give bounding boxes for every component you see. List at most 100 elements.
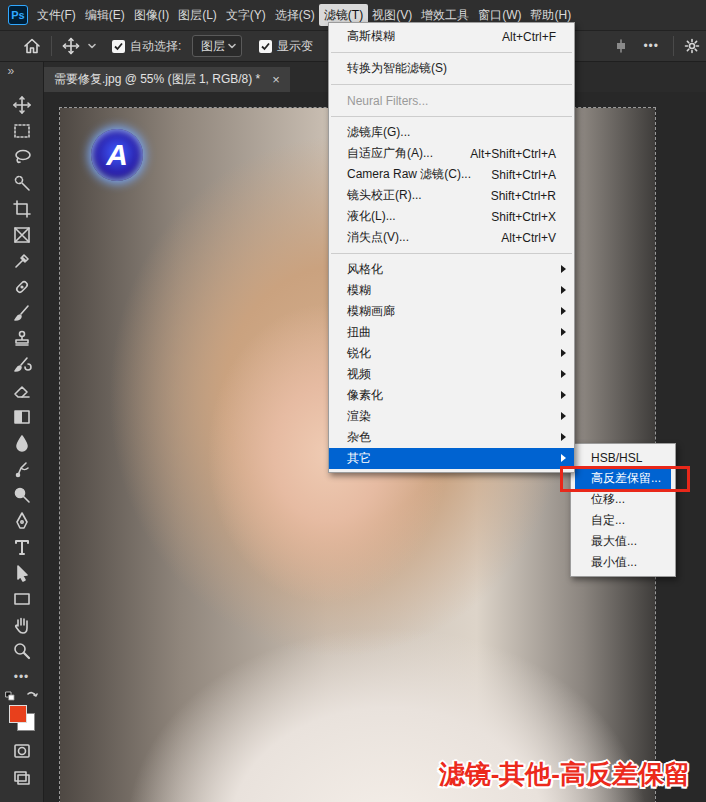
menu-bar-item[interactable]: 图像(I) bbox=[129, 4, 173, 26]
tool-button[interactable] bbox=[0, 300, 44, 326]
brush-icon bbox=[12, 303, 32, 323]
menu-bar-item[interactable]: 图层(L) bbox=[174, 4, 222, 26]
tab-close-button[interactable]: × bbox=[272, 72, 280, 87]
tool-button[interactable] bbox=[0, 456, 44, 482]
menu-item[interactable]: 消失点(V)...Alt+Ctrl+V bbox=[329, 227, 574, 248]
tool-button[interactable] bbox=[0, 222, 44, 248]
caret-down-icon[interactable] bbox=[87, 41, 97, 51]
tool-button[interactable] bbox=[0, 196, 44, 222]
menu-item[interactable]: 视频 bbox=[329, 364, 574, 385]
menu-item-label: 消失点(V)... bbox=[347, 229, 409, 246]
menu-item[interactable]: 转换为智能滤镜(S) bbox=[329, 58, 574, 79]
more-tools-button[interactable]: ••• bbox=[0, 664, 44, 690]
layer-dropdown[interactable]: 图层 bbox=[192, 35, 242, 57]
move-tool-icon[interactable] bbox=[62, 37, 80, 55]
submenu-item[interactable]: 最小值... bbox=[575, 552, 671, 573]
tool-button[interactable] bbox=[0, 508, 44, 534]
default-colors-svg-icon bbox=[5, 691, 15, 701]
tool-button[interactable] bbox=[0, 534, 44, 560]
auto-select-label: 自动选择: bbox=[130, 38, 181, 55]
more-options-button[interactable]: ••• bbox=[643, 39, 659, 53]
quick-select-icon bbox=[12, 173, 32, 193]
menu-item[interactable]: 杂色 bbox=[329, 427, 574, 448]
menu-item[interactable]: 模糊画廊 bbox=[329, 301, 574, 322]
tool-button[interactable] bbox=[0, 118, 44, 144]
tool-button[interactable] bbox=[0, 352, 44, 378]
foreground-color-swatch[interactable] bbox=[9, 705, 27, 723]
tool-button[interactable] bbox=[0, 430, 44, 456]
brush-svg-icon bbox=[12, 303, 32, 323]
tool-button[interactable] bbox=[0, 560, 44, 586]
submenu-item[interactable]: 最大值... bbox=[575, 531, 671, 552]
submenu-item[interactable]: 位移... bbox=[575, 489, 671, 510]
submenu-item-label: 自定... bbox=[591, 512, 625, 529]
tool-button[interactable] bbox=[0, 612, 44, 638]
home-icon[interactable] bbox=[23, 37, 41, 55]
submenu-item[interactable]: 自定... bbox=[575, 510, 671, 531]
document-tab[interactable]: 需要修复.jpg @ 55% (图层 1, RGB/8) *× bbox=[44, 67, 290, 92]
lasso-svg-icon bbox=[12, 147, 32, 167]
color-swatches bbox=[0, 690, 44, 738]
submenu-item[interactable]: 高反差保留... bbox=[575, 468, 671, 489]
submenu-arrow-icon bbox=[561, 370, 566, 378]
tool-button[interactable] bbox=[0, 248, 44, 274]
menu-bar-item[interactable]: 选择(S) bbox=[270, 4, 319, 26]
menu-item-label: Neural Filters... bbox=[347, 94, 428, 108]
menu-item[interactable]: 自适应广角(A)... Alt+Shift+Ctrl+A bbox=[329, 143, 574, 164]
menu-item-shortcut: Alt+Shift+Ctrl+A bbox=[470, 147, 556, 161]
menu-item[interactable]: 锐化 bbox=[329, 343, 574, 364]
tool-button[interactable] bbox=[0, 274, 44, 300]
layer-dropdown-value: 图层 bbox=[201, 38, 225, 55]
tool-button[interactable] bbox=[0, 638, 44, 664]
submenu-arrow-icon bbox=[561, 328, 566, 336]
app-logo[interactable]: Ps bbox=[8, 5, 28, 25]
menu-item[interactable]: 其它 bbox=[329, 448, 574, 469]
tool-button[interactable] bbox=[0, 404, 44, 430]
menu-separator bbox=[329, 47, 574, 58]
menu-item-label: 滤镜库(G)... bbox=[347, 124, 410, 141]
screen-mode-svg-icon bbox=[13, 768, 31, 786]
tool-button[interactable] bbox=[0, 170, 44, 196]
menu-bar-item[interactable]: 编辑(E) bbox=[80, 4, 129, 26]
tool-button[interactable] bbox=[0, 482, 44, 508]
menu-bar-item[interactable]: 文件(F) bbox=[32, 4, 80, 26]
menu-item-label: 自适应广角(A)... bbox=[347, 145, 433, 162]
history-brush-svg-icon bbox=[12, 355, 32, 375]
menu-item[interactable]: 模糊 bbox=[329, 280, 574, 301]
show-transform-checkbox[interactable] bbox=[259, 40, 272, 53]
menu-item[interactable]: 滤镜库(G)... bbox=[329, 122, 574, 143]
menu-bar-item[interactable]: 文字(Y) bbox=[221, 4, 270, 26]
panel-toggle[interactable]: » bbox=[0, 62, 44, 92]
menu-item[interactable]: Camera Raw 滤镜(C)...Shift+Ctrl+A bbox=[329, 164, 574, 185]
tool-button[interactable] bbox=[0, 326, 44, 352]
auto-select-checkbox[interactable] bbox=[112, 40, 125, 53]
screen-mode-button[interactable] bbox=[0, 764, 44, 790]
swap-colors-icon[interactable] bbox=[26, 690, 38, 702]
tool-button[interactable] bbox=[0, 586, 44, 612]
menu-item[interactable]: 液化(L)...Shift+Ctrl+X bbox=[329, 206, 574, 227]
submenu-arrow-icon bbox=[561, 307, 566, 315]
menu-item[interactable]: 扭曲 bbox=[329, 322, 574, 343]
default-colors-icon[interactable] bbox=[5, 691, 15, 701]
menu-item[interactable]: 像素化 bbox=[329, 385, 574, 406]
quick-mask-button[interactable] bbox=[0, 738, 44, 764]
submenu-item[interactable]: HSB/HSL bbox=[575, 447, 671, 468]
menu-item[interactable]: 风格化 bbox=[329, 259, 574, 280]
caret-down-svg-icon bbox=[227, 41, 237, 51]
align-icon[interactable] bbox=[613, 38, 629, 54]
menu-separator bbox=[329, 79, 574, 90]
gear-icon[interactable] bbox=[684, 38, 700, 54]
menu-item[interactable]: 高斯模糊Alt+Ctrl+F bbox=[329, 26, 574, 47]
rectangle-svg-icon bbox=[12, 589, 32, 609]
menu-item[interactable]: 镜头校正(R)...Shift+Ctrl+R bbox=[329, 185, 574, 206]
menu-item[interactable]: 渲染 bbox=[329, 406, 574, 427]
tool-button[interactable] bbox=[0, 144, 44, 170]
smudge-svg-icon bbox=[12, 459, 32, 479]
filter-menu: 高斯模糊Alt+Ctrl+F 转换为智能滤镜(S) Neural Filters..… bbox=[328, 22, 575, 473]
zoom-icon bbox=[12, 641, 32, 661]
tools-panel: » ••• bbox=[0, 62, 44, 802]
tool-button[interactable] bbox=[0, 378, 44, 404]
tool-button[interactable] bbox=[0, 92, 44, 118]
menu-item-label: 液化(L)... bbox=[347, 208, 396, 225]
history-brush-icon bbox=[12, 355, 32, 375]
